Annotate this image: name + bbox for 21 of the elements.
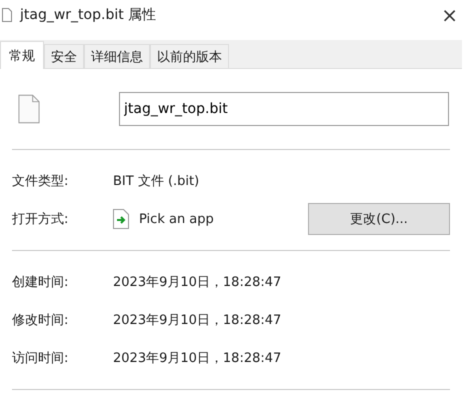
file-type-value: BIT 文件 (.bit) bbox=[113, 173, 200, 190]
timestamp: 2023年9月10日，18:28:47 bbox=[113, 350, 282, 367]
change-button[interactable]: 更改(C)... bbox=[308, 203, 450, 235]
tab[interactable]: 安全 bbox=[44, 44, 84, 68]
app-name: Pick an app bbox=[139, 212, 214, 226]
window-title: jtag_wr_top.bit 属性 bbox=[20, 6, 158, 24]
tab[interactable]: 常规 bbox=[0, 41, 44, 69]
timestamp: 2023年9月10日，18:28:47 bbox=[113, 312, 282, 329]
field-label: 访问时间: bbox=[12, 350, 70, 367]
field-label: 打开方式: bbox=[12, 211, 70, 228]
field-label: 修改时间: bbox=[12, 312, 70, 329]
field-label: 文件类型: bbox=[12, 173, 70, 190]
timestamp: 2023年9月10日，18:28:47 bbox=[113, 274, 282, 291]
file-icon bbox=[18, 94, 40, 124]
app-file-icon bbox=[113, 209, 129, 229]
file-name-field[interactable]: jtag_wr_top.bit bbox=[119, 92, 449, 126]
field-label: 创建时间: bbox=[12, 274, 70, 291]
file-icon bbox=[2, 8, 12, 22]
tab[interactable]: 以前的版本 bbox=[150, 44, 229, 68]
tab[interactable]: 详细信息 bbox=[84, 44, 150, 68]
close-button[interactable]: × bbox=[437, 3, 462, 27]
